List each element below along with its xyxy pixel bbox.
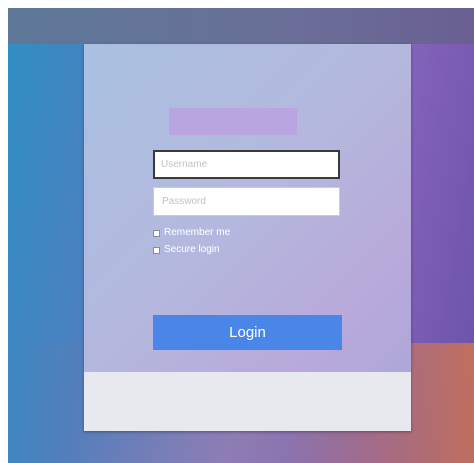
panel-footer [84, 372, 411, 431]
username-input[interactable] [153, 150, 340, 179]
secure-login-label: Secure login [164, 244, 220, 255]
login-button[interactable]: Login [153, 315, 342, 350]
login-panel: Remember me Secure login Login [84, 44, 411, 431]
top-bar [8, 8, 474, 44]
logo-placeholder [169, 108, 297, 135]
remember-me-label: Remember me [164, 227, 231, 238]
remember-me-option[interactable]: Remember me [153, 226, 230, 240]
secure-login-option[interactable]: Secure login [153, 243, 220, 257]
secure-login-checkbox-icon[interactable] [153, 246, 160, 254]
desktop-background: Remember me Secure login Login [8, 8, 474, 463]
remember-me-checkbox-icon[interactable] [153, 229, 160, 237]
password-input[interactable] [153, 187, 340, 216]
